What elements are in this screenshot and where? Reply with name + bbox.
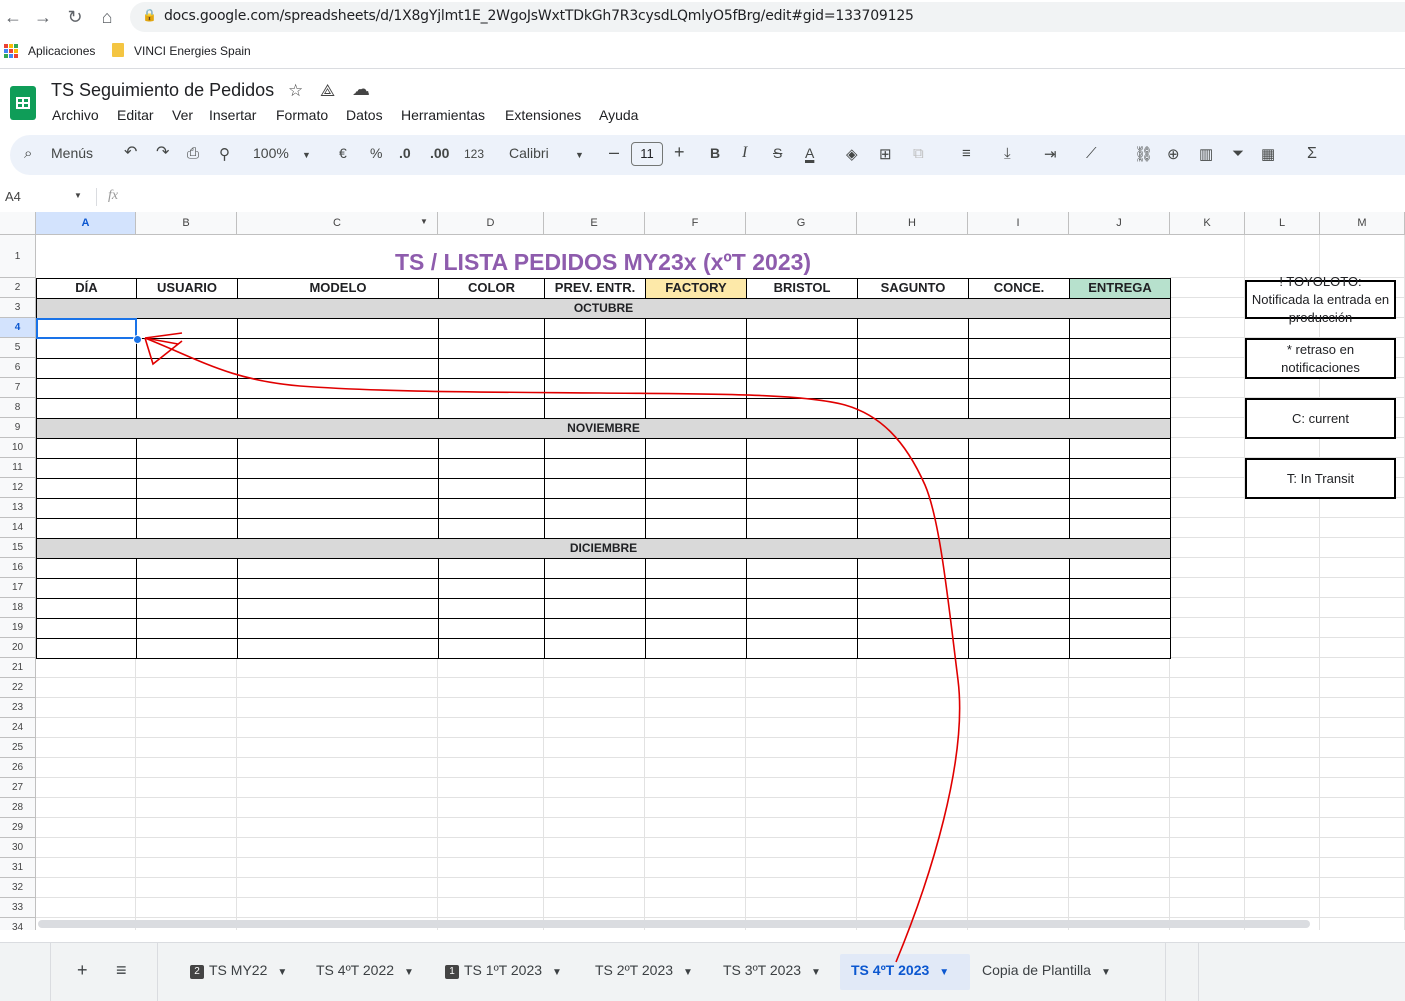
annotation-arrow-line	[144, 337, 961, 963]
annotation-layer	[144, 332, 961, 963]
annotation-arrow-head	[144, 332, 183, 366]
